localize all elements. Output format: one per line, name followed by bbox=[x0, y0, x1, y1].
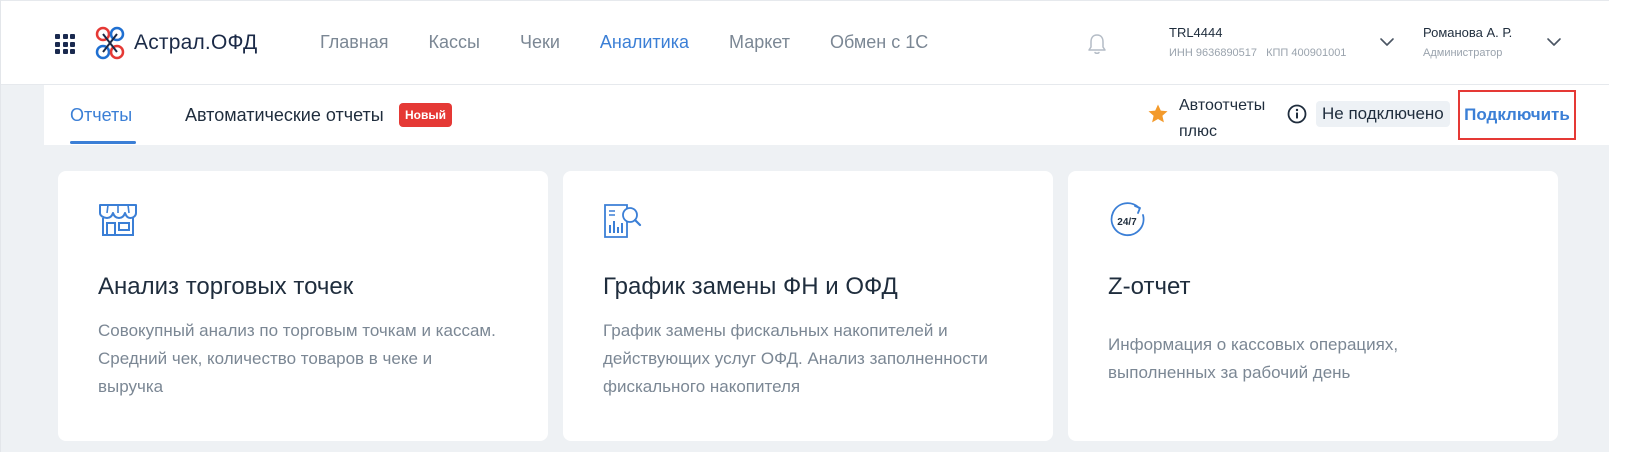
apps-grid-icon[interactable] bbox=[55, 34, 75, 54]
logo-text[interactable]: Астрал.ОФД bbox=[134, 31, 257, 55]
nav-item-exchange-1c[interactable]: Обмен с 1С bbox=[830, 32, 928, 53]
org-inn: ИНН 9636890517 bbox=[1169, 47, 1258, 59]
card-title: График замены ФН и ОФД bbox=[603, 273, 898, 300]
nav-item-market[interactable]: Маркет bbox=[729, 32, 790, 53]
report-card-fn-replacement[interactable]: График замены ФН и ОФД График замены фис… bbox=[563, 171, 1053, 441]
user-role: Администратор bbox=[1423, 47, 1503, 59]
info-icon[interactable] bbox=[1287, 104, 1307, 124]
card-title: Анализ торговых точек bbox=[98, 273, 354, 300]
scrollbar-track[interactable] bbox=[1609, 0, 1626, 452]
top-header: Астрал.ОФД Главная Кассы Чеки Аналитика … bbox=[1, 0, 1610, 85]
app-window: Астрал.ОФД Главная Кассы Чеки Аналитика … bbox=[0, 0, 1610, 452]
autoreports-plus-label: Автоотчеты плюс bbox=[1179, 97, 1266, 140]
connect-button[interactable]: Подключить bbox=[1458, 90, 1576, 140]
store-icon bbox=[99, 204, 137, 236]
connection-status-badge: Не подключено bbox=[1316, 101, 1450, 127]
report-card-store-analysis[interactable]: Анализ торговых точек Совокупный анализ … bbox=[58, 171, 548, 441]
card-title: Z-отчет bbox=[1108, 273, 1191, 300]
reports-subnav: Отчеты Автоматические отчеты Новый Автоо… bbox=[44, 85, 1610, 145]
user-menu[interactable]: Романова А. Р. Администратор bbox=[1423, 25, 1512, 59]
nav-item-cash-registers[interactable]: Кассы bbox=[429, 32, 480, 53]
organization-selector[interactable]: TRL4444 ИНН 9636890517 КПП 400901001 bbox=[1169, 25, 1352, 59]
user-name: Романова А. Р. bbox=[1423, 25, 1513, 40]
svg-text:24/7: 24/7 bbox=[1117, 217, 1137, 228]
tab-auto-reports[interactable]: Автоматические отчеты bbox=[185, 105, 384, 126]
org-name: TRL4444 bbox=[1169, 25, 1223, 40]
report-search-icon bbox=[604, 204, 642, 238]
active-tab-indicator bbox=[70, 141, 136, 144]
clock-24-7-icon: 24/7 bbox=[1110, 202, 1145, 237]
card-description: График замены фискальных накопителей и д… bbox=[603, 321, 988, 396]
report-card-z-report[interactable]: 24/7 Z-отчет Информация о кассовых опера… bbox=[1068, 171, 1558, 441]
card-description: Информация о кассовых операциях, выполне… bbox=[1108, 335, 1399, 382]
bell-icon[interactable] bbox=[1086, 32, 1108, 56]
nav-item-receipts[interactable]: Чеки bbox=[520, 32, 560, 53]
chevron-down-icon[interactable] bbox=[1546, 37, 1562, 47]
chevron-down-icon[interactable] bbox=[1379, 37, 1395, 47]
main-nav: Главная Кассы Чеки Аналитика Маркет Обме… bbox=[320, 32, 968, 53]
nav-item-analytics[interactable]: Аналитика bbox=[600, 32, 689, 53]
nav-item-home[interactable]: Главная bbox=[320, 32, 389, 53]
tab-reports[interactable]: Отчеты bbox=[70, 105, 132, 126]
org-details: ИНН 9636890517 КПП 400901001 bbox=[1169, 47, 1352, 59]
astral-logo-icon[interactable] bbox=[94, 25, 126, 61]
card-description: Совокупный анализ по торговым точкам и к… bbox=[98, 321, 496, 396]
star-icon bbox=[1148, 104, 1168, 123]
new-badge: Новый bbox=[399, 103, 452, 127]
org-kpp: КПП 400901001 bbox=[1266, 47, 1347, 59]
